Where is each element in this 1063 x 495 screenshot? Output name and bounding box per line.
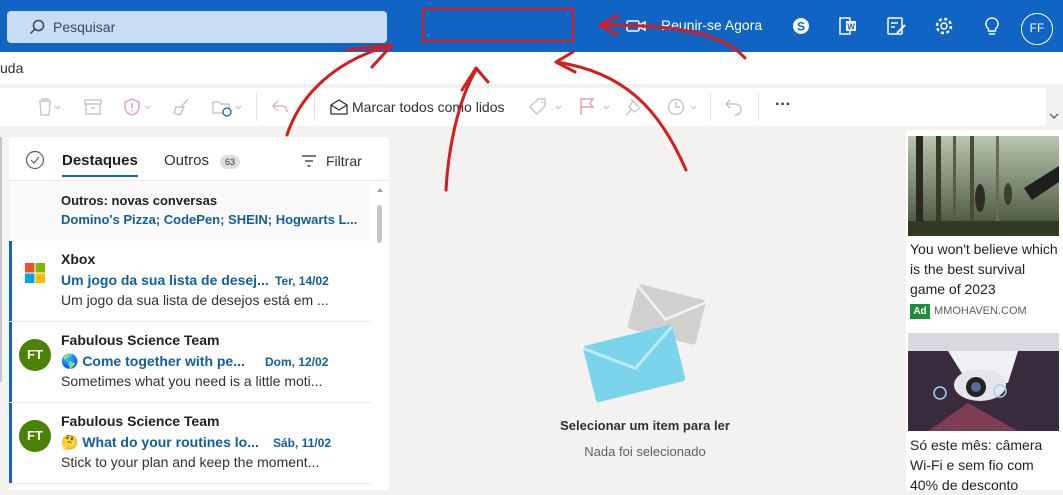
unread-indicator — [9, 403, 12, 483]
svg-text:S: S — [797, 20, 805, 34]
reading-pane-subtitle: Nada foi selecionado — [584, 444, 706, 459]
message-preview: Stick to your plan and keep the moment..… — [61, 454, 320, 470]
flag-icon[interactable] — [578, 97, 614, 117]
message-sender: Fabulous Science Team — [61, 413, 220, 429]
skype-icon[interactable]: S — [789, 14, 813, 38]
reading-pane-title: Selecionar um item para ler — [560, 418, 730, 433]
gear-icon[interactable] — [932, 14, 956, 38]
svg-text:W: W — [847, 23, 855, 32]
snooze-icon[interactable] — [666, 97, 702, 117]
undo-icon[interactable] — [724, 97, 744, 117]
message-sender: Xbox — [61, 251, 96, 267]
ad-domain[interactable]: MMOHAVEN.COM — [934, 305, 1027, 317]
ad-headline[interactable]: Só este mês: câmera Wi-Fi e sem fio com … — [910, 435, 1060, 495]
list-scrollbar-thumb[interactable] — [377, 205, 382, 243]
tab-active-indicator — [62, 175, 138, 177]
todo-icon[interactable] — [884, 14, 908, 38]
toolbar-separator — [256, 93, 257, 121]
lightbulb-icon[interactable] — [980, 14, 1004, 38]
select-all-check-icon[interactable] — [25, 150, 45, 170]
move-icon[interactable] — [211, 97, 243, 117]
other-count-badge: 63 — [220, 155, 240, 169]
sender-avatar: FT — [19, 339, 51, 371]
sweep-icon[interactable] — [172, 97, 192, 117]
tab-focused[interactable]: Destaques — [62, 152, 138, 169]
mark-read-icon[interactable] — [329, 97, 349, 117]
ad-headline[interactable]: You won't believe which is the best surv… — [910, 239, 1060, 299]
delete-icon[interactable] — [35, 97, 61, 117]
more-options-button[interactable]: ··· — [775, 96, 791, 114]
toolbar-separator — [710, 93, 711, 121]
message-preview: Sometimes what you need is a little moti… — [61, 373, 323, 389]
pin-icon[interactable] — [624, 97, 644, 117]
toolbar-separator — [314, 93, 315, 121]
message-date: Ter, 14/02 — [275, 274, 329, 288]
sender-avatar: FT — [19, 420, 51, 452]
unread-indicator — [9, 322, 12, 402]
search-box[interactable]: Pesquisar — [7, 11, 387, 43]
ad-image-camera[interactable] — [908, 333, 1059, 431]
message-row[interactable]: FT Fabulous Science Team 🤔 What do your … — [9, 403, 371, 484]
scroll-up-arrow-icon[interactable] — [375, 186, 385, 194]
filter-icon[interactable] — [301, 154, 317, 168]
search-placeholder: Pesquisar — [53, 19, 116, 35]
search-icon — [29, 19, 45, 35]
menu-help-tab[interactable]: uda — [0, 60, 23, 76]
menu-strip — [0, 52, 1063, 84]
ad-badge: Ad — [910, 304, 930, 319]
other-inbox-notice[interactable]: Outros: novas conversas Domino's Pizza; … — [9, 181, 371, 241]
tab-other[interactable]: Outros — [164, 152, 209, 169]
envelopes-illustration — [580, 283, 710, 408]
nav-pane-edge — [0, 137, 2, 382]
message-subject: 🌎 Come together with pe... — [61, 353, 245, 369]
command-toolbar — [0, 88, 1046, 126]
account-avatar[interactable]: FF — [1021, 13, 1053, 45]
message-row[interactable]: Xbox Um jogo da sua lista de desej... Te… — [9, 241, 371, 322]
message-sender: Fabulous Science Team — [61, 332, 220, 348]
message-date: Sáb, 11/02 — [273, 436, 332, 450]
unread-indicator — [9, 241, 12, 321]
notice-title: Outros: novas conversas — [61, 193, 218, 208]
message-subject: Um jogo da sua lista de desej... — [61, 272, 269, 288]
message-row[interactable]: FT Fabulous Science Team 🌎 Come together… — [9, 322, 371, 403]
message-date: Dom, 12/02 — [265, 355, 329, 369]
ad-image-game[interactable] — [908, 136, 1059, 236]
notice-senders: Domino's Pizza; CodePen; SHEIN; Hogwarts… — [61, 212, 358, 227]
office-icon[interactable]: W — [836, 14, 860, 38]
archive-icon[interactable] — [83, 97, 103, 117]
reply-icon[interactable] — [270, 97, 290, 117]
video-icon[interactable] — [624, 14, 648, 38]
message-subject: 🤔 What do your routines lo... — [61, 434, 259, 450]
filter-button[interactable]: Filtrar — [326, 153, 362, 169]
chevron-down-icon[interactable] — [1049, 112, 1059, 120]
xbox-logo-icon — [25, 263, 45, 283]
meet-now-button[interactable]: Reunir-se Agora — [661, 17, 762, 33]
report-icon[interactable] — [122, 97, 152, 117]
redacted-annotation-box — [422, 8, 574, 42]
message-preview: Um jogo da sua lista de desejos está em … — [61, 292, 329, 308]
mark-all-read-button[interactable]: Marcar todos como lidos — [352, 99, 505, 115]
toolbar-separator — [758, 93, 759, 121]
tag-icon[interactable] — [528, 97, 564, 117]
